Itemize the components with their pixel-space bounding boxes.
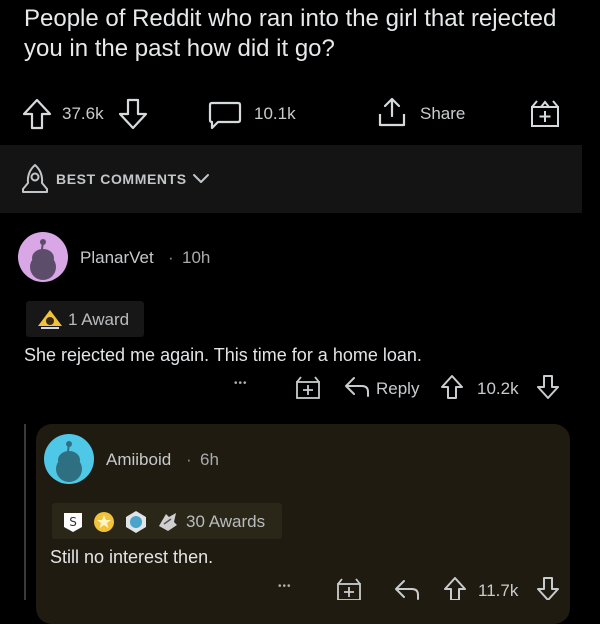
meta-separator: · xyxy=(186,450,192,469)
comment-age: 6h xyxy=(200,450,219,469)
sort-label: BEST COMMENTS xyxy=(56,171,187,187)
downvote-icon[interactable] xyxy=(536,576,560,600)
reply-icon[interactable] xyxy=(394,579,420,600)
more-icon[interactable]: ••• xyxy=(278,581,292,592)
avatar[interactable] xyxy=(18,232,68,282)
upvote-icon[interactable] xyxy=(440,374,464,400)
comment-username[interactable]: PlanarVet xyxy=(80,248,154,268)
comment-username[interactable]: Amiiboid xyxy=(106,450,171,470)
upvote-icon[interactable] xyxy=(22,98,52,130)
silver-award-icon: S xyxy=(62,511,84,533)
award-count: 1 Award xyxy=(68,310,130,329)
award-icon xyxy=(156,510,180,534)
post-title: People of Reddit who ran into the girl t… xyxy=(24,5,557,62)
downvote-icon[interactable] xyxy=(118,98,148,130)
gift-icon[interactable] xyxy=(295,374,321,400)
comment-age: 10h xyxy=(182,248,211,267)
gold-award-icon xyxy=(92,510,116,534)
avatar[interactable] xyxy=(44,434,94,484)
award-icon xyxy=(36,308,64,330)
award-chip[interactable]: S 30 Awards xyxy=(52,503,282,539)
comment-body: She rejected me again. This time for a h… xyxy=(24,345,422,365)
meta-separator: · xyxy=(168,248,174,267)
gift-icon[interactable] xyxy=(336,576,362,600)
chevron-down-icon xyxy=(192,173,210,185)
upvote-count: 37.6k xyxy=(62,104,104,123)
downvote-icon[interactable] xyxy=(536,374,560,400)
thread-line[interactable] xyxy=(24,424,26,600)
comment-score: 11.7k xyxy=(478,581,519,600)
reply-button[interactable]: Reply xyxy=(376,379,419,399)
share-icon[interactable] xyxy=(376,96,408,128)
comment-score: 10.2k xyxy=(477,379,519,398)
comment-body: Still no interest then. xyxy=(50,547,214,567)
platinum-award-icon xyxy=(124,510,148,534)
comment-bubble-icon[interactable] xyxy=(208,100,242,130)
more-icon[interactable]: ••• xyxy=(234,378,248,389)
award-count: 30 Awards xyxy=(186,512,266,531)
post-action-bar: 37.6k 10.1k Share xyxy=(0,92,600,136)
comment-count: 10.1k xyxy=(254,104,296,123)
upvote-icon[interactable] xyxy=(443,576,467,600)
award-chip[interactable]: 1 Award xyxy=(26,301,144,337)
reply-icon[interactable] xyxy=(344,376,370,398)
share-button[interactable]: Share xyxy=(420,104,465,124)
svg-text:S: S xyxy=(69,515,77,529)
gift-icon[interactable] xyxy=(529,98,561,128)
comment-sort-bar[interactable]: BEST COMMENTS xyxy=(0,145,582,213)
rocket-icon xyxy=(20,163,50,195)
